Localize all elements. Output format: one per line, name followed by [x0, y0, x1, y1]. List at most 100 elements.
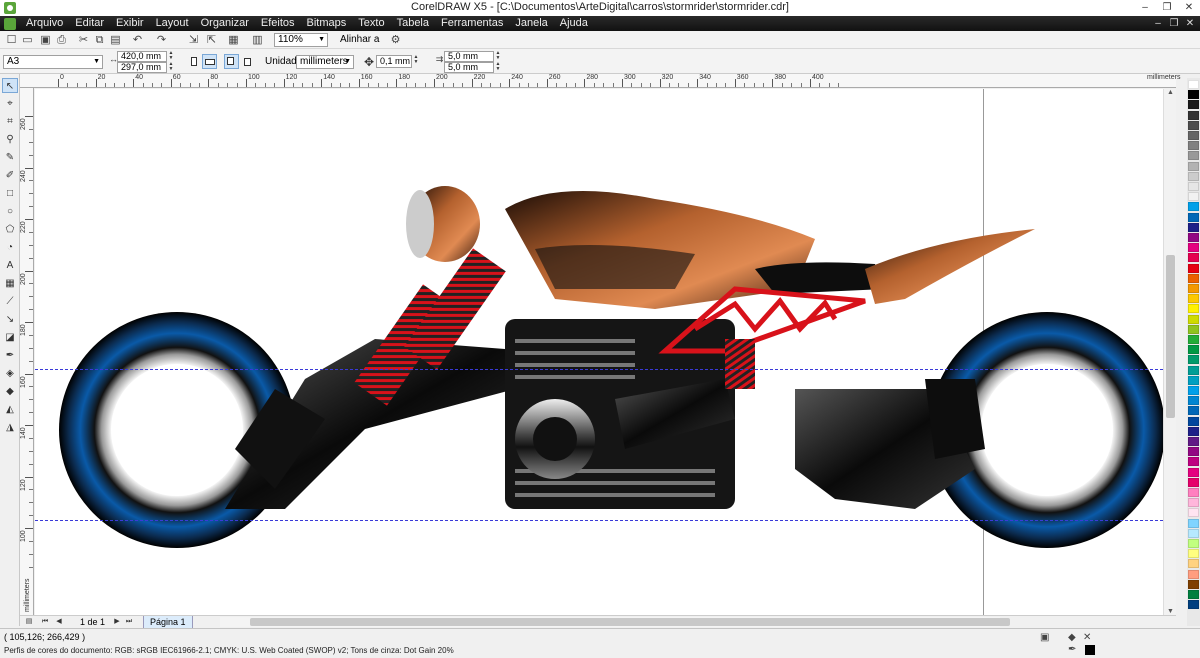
menu-ferramentas[interactable]: Ferramentas — [435, 16, 509, 31]
color-swatch[interactable] — [1188, 477, 1199, 487]
basic-shapes-tool-icon[interactable]: ◔ — [2, 240, 18, 255]
horizontal-guideline[interactable] — [35, 369, 1163, 370]
table-tool-icon[interactable]: ▦ — [2, 276, 18, 291]
undo-icon[interactable]: ↶ — [130, 33, 145, 47]
minimize-button[interactable]: – — [1134, 0, 1156, 16]
color-swatch[interactable] — [1188, 549, 1199, 559]
color-swatch[interactable] — [1188, 120, 1199, 130]
duplicate-y-spinner[interactable]: ▲ ▼ — [494, 62, 502, 73]
first-page-icon[interactable]: ⏮ — [40, 616, 50, 628]
color-swatch[interactable] — [1188, 447, 1199, 457]
current-page-button[interactable] — [240, 54, 255, 69]
redo-icon[interactable]: ↷ — [154, 33, 169, 47]
open-icon[interactable]: ▭ — [20, 33, 35, 47]
color-swatch[interactable] — [1188, 324, 1199, 334]
save-icon[interactable]: ▣ — [38, 33, 53, 47]
menu-organizar[interactable]: Organizar — [195, 16, 255, 31]
color-swatch[interactable] — [1188, 243, 1199, 253]
zoom-level-select[interactable]: 110% ▼ — [274, 33, 328, 47]
color-swatch[interactable] — [1188, 131, 1199, 140]
color-swatch[interactable] — [1188, 437, 1199, 446]
doc-restore-button[interactable]: ❐ — [1166, 16, 1182, 31]
vertical-ruler[interactable]: 260 240 220 200 180 160 140 120 100 — [20, 88, 34, 615]
menu-arquivo[interactable]: Arquivo — [20, 16, 69, 31]
scroll-thumb[interactable] — [1166, 255, 1175, 418]
color-swatch[interactable] — [1188, 233, 1199, 242]
menu-ajuda[interactable]: Ajuda — [554, 16, 594, 31]
color-swatch[interactable] — [1188, 365, 1199, 375]
color-swatch[interactable] — [1188, 80, 1199, 89]
horizontal-guideline[interactable] — [35, 520, 1163, 521]
cut-icon[interactable]: ✂ — [76, 33, 91, 47]
scroll-down-icon[interactable]: ▼ — [1164, 608, 1177, 615]
vertical-scrollbar[interactable]: ▲ ▼ — [1163, 89, 1176, 615]
next-page-icon[interactable]: ▶ — [112, 616, 122, 628]
text-tool-icon[interactable]: A — [2, 258, 18, 273]
outline-tool-icon[interactable]: ◈ — [2, 366, 18, 381]
color-swatch[interactable] — [1188, 396, 1199, 406]
blend-tool-icon[interactable]: ◪ — [2, 330, 18, 345]
options-icon[interactable]: ⚙ — [388, 33, 403, 47]
scroll-up-icon[interactable]: ▲ — [1164, 89, 1177, 96]
color-swatch[interactable] — [1188, 518, 1199, 528]
menu-texto[interactable]: Texto — [352, 16, 390, 31]
freehand-tool-icon[interactable]: ✎ — [2, 150, 18, 165]
color-swatch[interactable] — [1188, 253, 1199, 263]
color-swatch[interactable] — [1188, 467, 1199, 477]
color-swatch[interactable] — [1188, 314, 1199, 324]
nudge-spinner[interactable]: ▲ ▼ — [412, 55, 420, 66]
ellipse-tool-icon[interactable]: ○ — [2, 204, 18, 219]
color-swatch[interactable] — [1188, 508, 1199, 518]
color-swatch[interactable] — [1188, 141, 1199, 151]
scroll-thumb[interactable] — [250, 618, 1010, 626]
color-swatch[interactable] — [1188, 222, 1199, 232]
color-swatch[interactable] — [1188, 375, 1199, 385]
landscape-button[interactable] — [202, 54, 217, 69]
color-swatch[interactable] — [1188, 345, 1199, 355]
page-size-select[interactable]: A3 ▼ — [3, 55, 103, 69]
horizontal-scrollbar[interactable] — [220, 617, 1010, 627]
color-swatch[interactable] — [1188, 151, 1199, 161]
add-page-icon[interactable]: ▤ — [24, 616, 34, 628]
menu-janela[interactable]: Janela — [509, 16, 553, 31]
color-swatch[interactable] — [1188, 284, 1199, 293]
height-spinner[interactable]: ▲ ▼ — [167, 62, 175, 73]
color-swatch[interactable] — [1188, 161, 1199, 171]
color-swatch[interactable] — [1188, 182, 1199, 191]
color-swatch[interactable] — [1188, 294, 1199, 304]
color-swatch[interactable] — [1188, 559, 1199, 569]
color-swatch[interactable] — [1188, 569, 1199, 579]
color-swatch[interactable] — [1188, 416, 1199, 426]
color-swatch[interactable] — [1188, 100, 1199, 110]
shape-tool-icon[interactable]: ⌖ — [2, 96, 18, 111]
color-swatch[interactable] — [1188, 590, 1199, 599]
portrait-button[interactable] — [186, 54, 201, 69]
color-swatch[interactable] — [1188, 171, 1199, 181]
print-icon[interactable]: ⎙ — [54, 33, 69, 47]
menu-layout[interactable]: Layout — [150, 16, 195, 31]
menu-tabela[interactable]: Tabela — [391, 16, 435, 31]
all-pages-button[interactable] — [224, 54, 239, 69]
page-width-field[interactable]: 420,0 mm — [117, 51, 167, 62]
color-swatch[interactable] — [1188, 457, 1199, 467]
new-document-icon[interactable]: ☐ — [4, 33, 19, 47]
close-button[interactable]: ✕ — [1178, 0, 1200, 16]
color-swatch[interactable] — [1188, 90, 1199, 100]
color-swatch[interactable] — [1188, 498, 1199, 508]
color-swatch[interactable] — [1188, 386, 1199, 395]
app-launcher-icon[interactable]: ▥ — [250, 33, 265, 47]
polygon-tool-icon[interactable]: ⬠ — [2, 222, 18, 237]
doc-close-button[interactable]: ✕ — [1182, 16, 1198, 31]
connector-tool-icon[interactable]: ↘ — [2, 312, 18, 327]
color-swatch[interactable] — [1188, 579, 1199, 589]
dimension-tool-icon[interactable]: ⟋ — [2, 294, 18, 309]
duplicate-y-field[interactable]: 5,0 mm — [444, 62, 494, 73]
snap-to-dropdown[interactable]: Alinhar a — [340, 34, 379, 45]
fill-tool-icon[interactable]: ◆ — [2, 384, 18, 399]
rectangle-tool-icon[interactable]: □ — [2, 186, 18, 201]
color-swatch[interactable] — [1188, 263, 1199, 273]
color-swatch[interactable] — [1188, 406, 1199, 416]
color-swatch[interactable] — [1188, 192, 1199, 202]
color-swatch[interactable] — [1188, 488, 1199, 497]
restore-button[interactable]: ❐ — [1156, 0, 1178, 16]
